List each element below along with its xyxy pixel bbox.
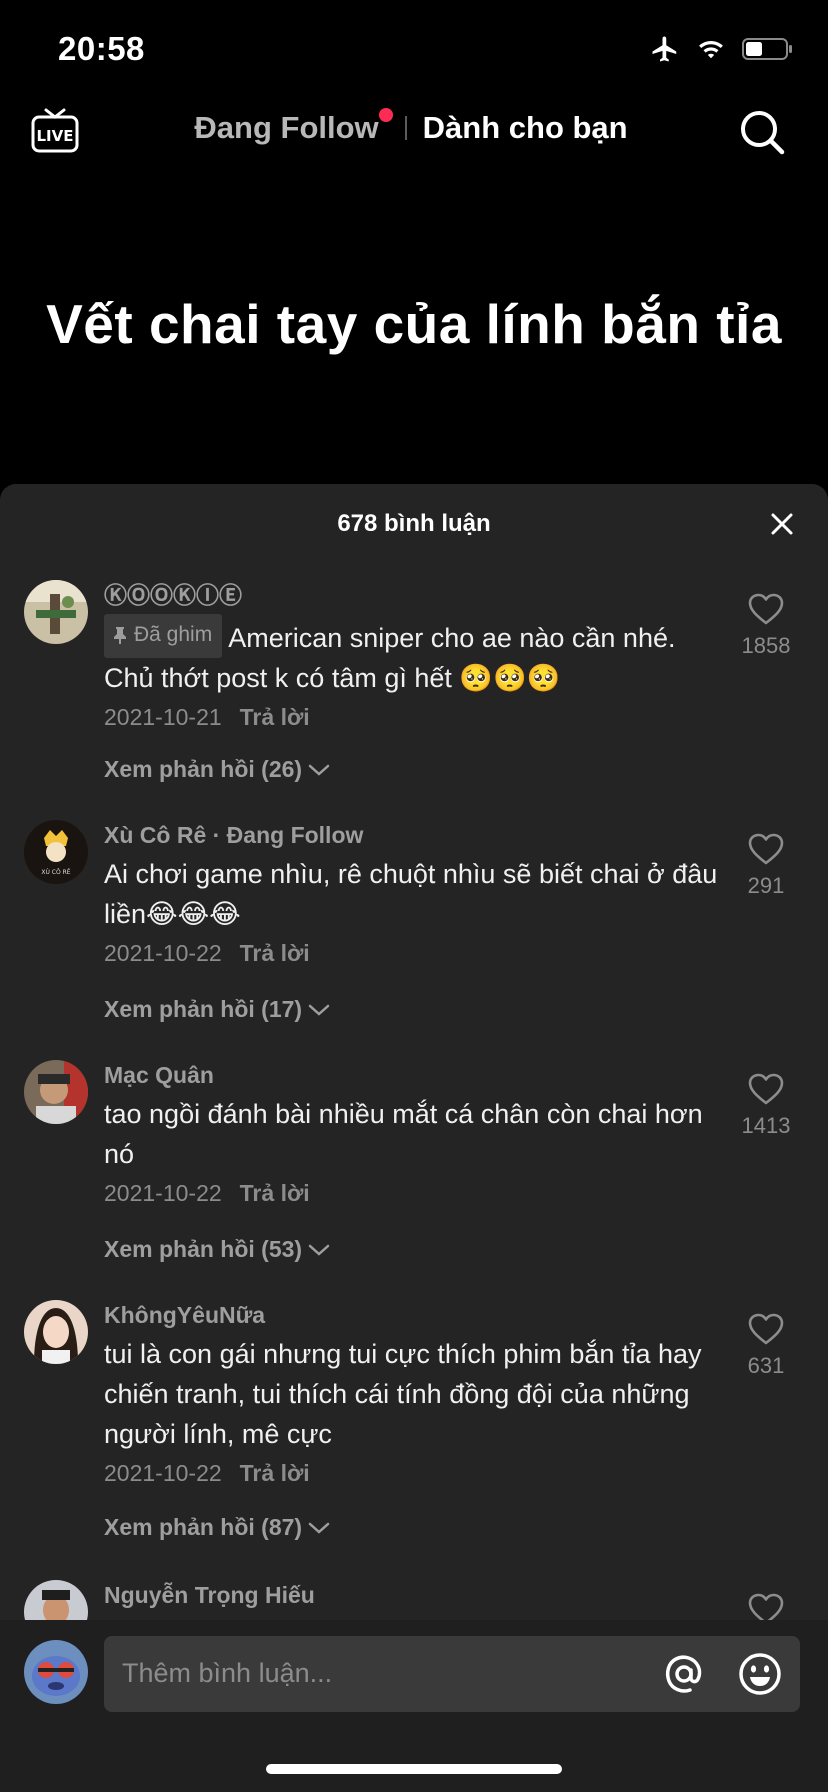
my-avatar xyxy=(24,1640,88,1704)
feed-tabs: Đang Follow Dành cho bạn xyxy=(0,108,828,146)
view-replies-button[interactable]: Xem phản hồi (17) xyxy=(104,996,330,1023)
pinned-badge: Đã ghim xyxy=(104,614,223,658)
avatar[interactable] xyxy=(24,580,88,644)
top-nav: LIVE Đang Follow Dành cho bạn xyxy=(0,100,828,164)
tab-separator xyxy=(404,116,407,140)
notification-dot xyxy=(378,108,393,122)
like-count: 1413 xyxy=(741,1113,791,1138)
comment-body: Nguyễn Trọng Hiếu xyxy=(104,1580,724,1610)
comment-username[interactable]: ⓀⓄⓄⓀⒾⒺ xyxy=(104,580,724,610)
comment-body: ⓀⓄⓄⓀⒾⒺ Đã ghim American sniper cho ae nào… xyxy=(104,580,724,731)
status-bar: 20:58 xyxy=(0,0,828,100)
close-button[interactable] xyxy=(766,508,798,540)
comment-meta: 2021-10-22 Trả lời xyxy=(104,1180,724,1207)
view-replies-label: Xem phản hồi (17) xyxy=(104,996,303,1022)
like-button[interactable]: 1413 xyxy=(726,1072,806,1139)
tab-for-you[interactable]: Dành cho bạn xyxy=(423,110,628,146)
video-caption: Vết chai tay của lính bắn tỉa xyxy=(46,293,782,355)
reply-button[interactable]: Trả lời xyxy=(240,940,310,967)
tab-following[interactable]: Đang Follow xyxy=(194,108,393,146)
heart-icon xyxy=(748,833,784,865)
comments-sheet: 678 bình luận ⓀⓄⓄⓀⒾⒺ Đã ghim American sni… xyxy=(0,484,828,1792)
comment-text: tao ngồi đánh bài nhiều mắt cá chân còn … xyxy=(104,1099,703,1169)
close-icon xyxy=(771,513,793,535)
emoji-icon xyxy=(739,1653,781,1695)
comment-input-placeholder: Thêm bình luận... xyxy=(122,1658,333,1688)
view-replies-label: Xem phản hồi (26) xyxy=(104,756,303,782)
comment-body: KhôngYêuNữa tui là con gái nhưng tui cực… xyxy=(104,1300,724,1487)
comment-text: Ai chơi game nhìu, rê chuột nhìu sẽ biết… xyxy=(104,859,718,929)
screen: 20:58 LIVE Đang Follow Dành cho bạn Vết … xyxy=(0,0,828,1792)
avatar[interactable] xyxy=(24,1060,88,1124)
view-replies-label: Xem phản hồi (53) xyxy=(104,1236,303,1262)
search-button[interactable] xyxy=(738,108,786,156)
comment-date: 2021-10-22 xyxy=(104,1460,222,1486)
at-icon xyxy=(665,1655,702,1693)
like-button[interactable]: 291 xyxy=(726,832,806,899)
view-replies-label: Xem phản hồi (87) xyxy=(104,1514,303,1540)
chevron-down-icon xyxy=(308,764,330,776)
comment-username[interactable]: KhôngYêuNữa xyxy=(104,1300,724,1330)
view-replies-button[interactable]: Xem phản hồi (53) xyxy=(104,1236,330,1263)
battery-icon xyxy=(742,37,794,61)
comment-date: 2021-10-22 xyxy=(104,1180,222,1206)
wifi-icon xyxy=(696,37,726,61)
status-icons xyxy=(650,34,794,64)
emoji-button[interactable] xyxy=(736,1650,784,1698)
like-count: 291 xyxy=(747,873,785,898)
comment-input[interactable]: Thêm bình luận... xyxy=(104,1636,800,1712)
like-button[interactable]: 631 xyxy=(726,1312,806,1379)
comment-username[interactable]: Mạc Quân xyxy=(104,1060,724,1090)
chevron-down-icon xyxy=(308,1522,330,1534)
reply-button[interactable]: Trả lời xyxy=(240,1460,310,1487)
view-replies-button[interactable]: Xem phản hồi (26) xyxy=(104,756,330,783)
comment-date: 2021-10-22 xyxy=(104,940,222,966)
heart-icon xyxy=(748,1313,784,1345)
comment-meta: 2021-10-21 Trả lời xyxy=(104,704,724,731)
home-indicator xyxy=(266,1764,562,1774)
like-button[interactable]: 1858 xyxy=(726,592,806,659)
comment-text: tui là con gái nhưng tui cực thích phim … xyxy=(104,1339,702,1449)
status-time: 20:58 xyxy=(58,30,145,67)
reply-button[interactable]: Trả lời xyxy=(240,1180,310,1207)
svg-text:XÙ CÔ RÊ: XÙ CÔ RÊ xyxy=(41,868,70,876)
reply-button[interactable]: Trả lời xyxy=(240,704,310,731)
comment-body: Mạc Quân tao ngồi đánh bài nhiều mắt cá … xyxy=(104,1060,724,1207)
comment-username[interactable]: Nguyễn Trọng Hiếu xyxy=(104,1580,724,1610)
comment-meta: 2021-10-22 Trả lời xyxy=(104,1460,724,1487)
avatar[interactable]: XÙ CÔ RÊ xyxy=(24,820,88,884)
following-tag: · Đang Follow xyxy=(212,822,364,848)
comment-date: 2021-10-21 xyxy=(104,704,222,730)
comment-text: Đã ghim American sniper cho ae nào cần nh… xyxy=(104,614,724,698)
comment-username-line: Xù Cô Rê · Đang Follow xyxy=(104,820,724,850)
avatar[interactable] xyxy=(24,1300,88,1364)
view-replies-button[interactable]: Xem phản hồi (87) xyxy=(104,1514,330,1541)
search-icon xyxy=(741,111,785,155)
tab-following-label: Đang Follow xyxy=(194,110,379,145)
comments-count-title: 678 bình luận xyxy=(337,510,491,537)
mention-button[interactable] xyxy=(660,1650,708,1698)
like-count: 1858 xyxy=(741,633,791,658)
pinned-label: Đã ghim xyxy=(134,623,213,646)
pin-icon xyxy=(114,627,126,644)
comment-meta: 2021-10-22 Trả lời xyxy=(104,940,724,967)
comments-header: 678 bình luận xyxy=(0,484,828,564)
chevron-down-icon xyxy=(308,1004,330,1016)
airplane-icon xyxy=(650,34,680,64)
like-count: 631 xyxy=(747,1353,785,1378)
comment-username[interactable]: Xù Cô Rê xyxy=(104,822,206,848)
chevron-down-icon xyxy=(308,1244,330,1256)
heart-icon xyxy=(748,1073,784,1105)
heart-icon xyxy=(748,593,784,625)
comment-body: Xù Cô Rê · Đang Follow Ai chơi game nhìu… xyxy=(104,820,724,967)
